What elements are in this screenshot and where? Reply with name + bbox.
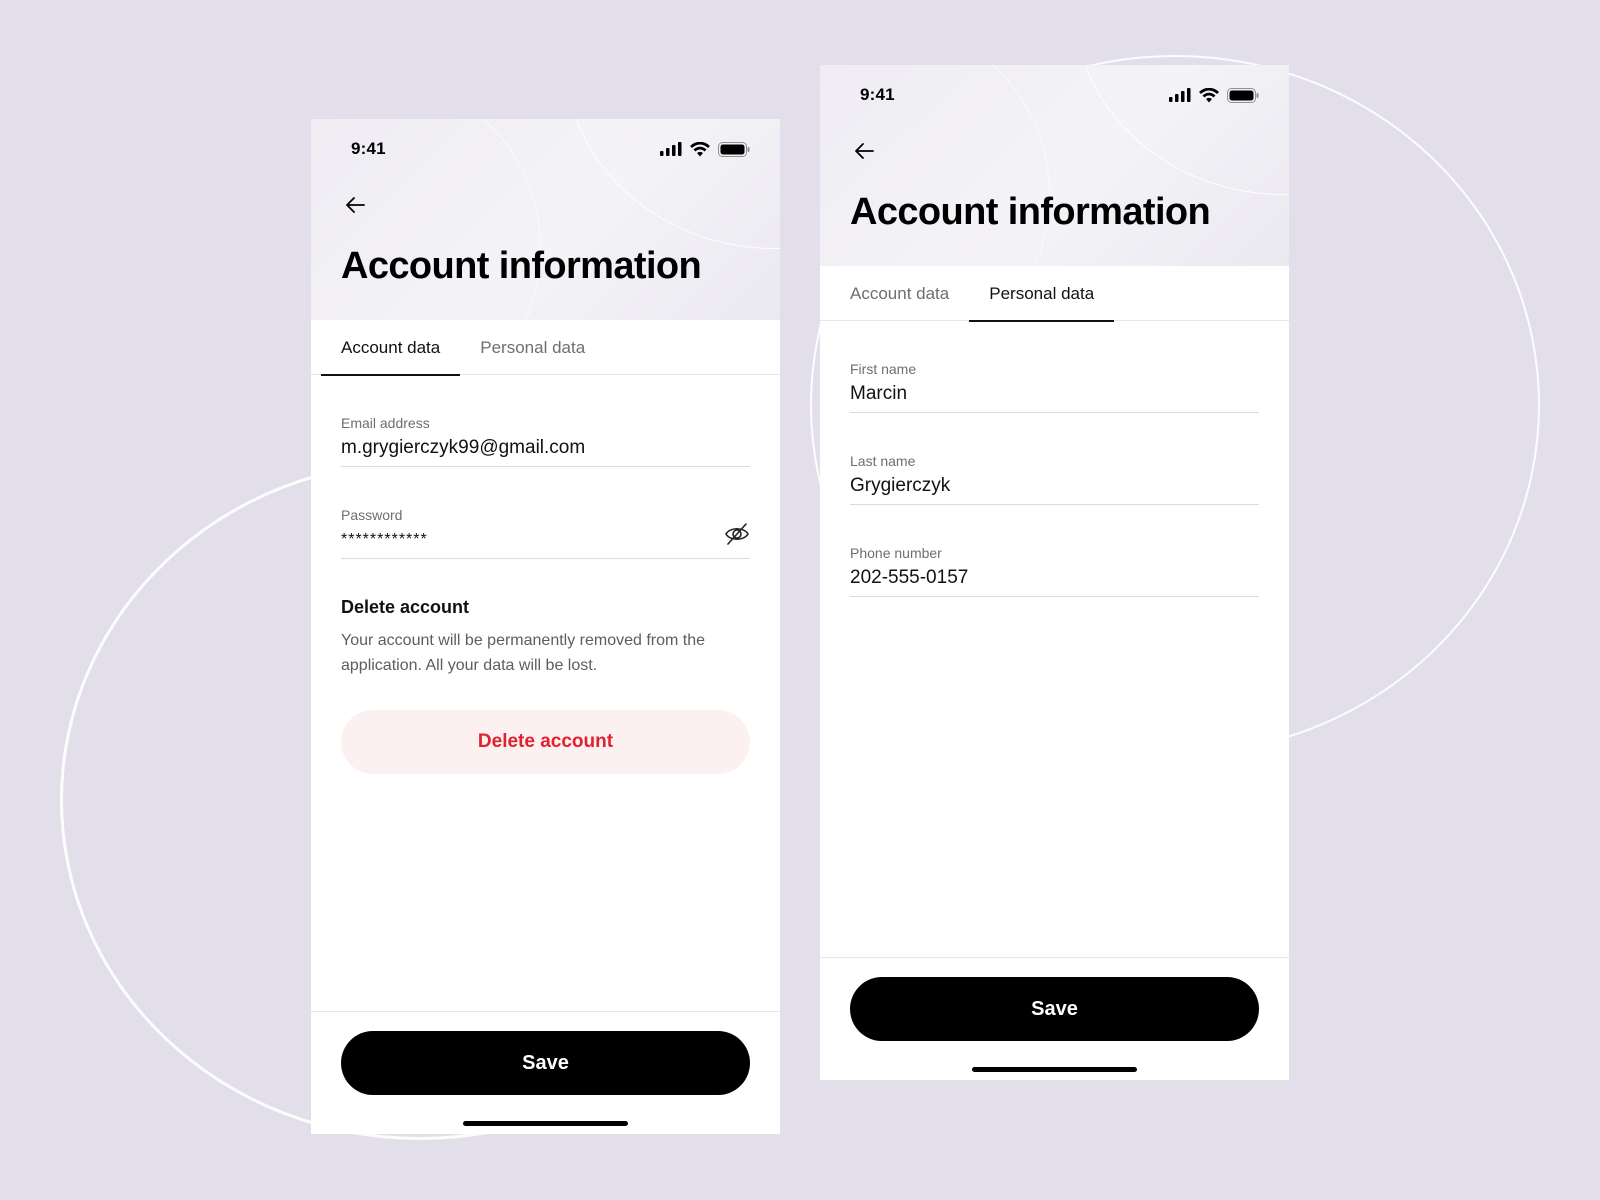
first-name-value[interactable]: Marcin <box>850 383 907 405</box>
status-icons <box>1169 87 1259 103</box>
phone-screen-personal-data: 9:41 Account information Account data Pe… <box>820 65 1289 1080</box>
back-button[interactable] <box>848 135 880 167</box>
tab-personal-data[interactable]: Personal data <box>460 320 605 375</box>
save-button[interactable]: Save <box>341 1031 750 1095</box>
cellular-signal-icon <box>660 142 682 156</box>
battery-icon <box>1227 87 1259 103</box>
status-bar: 9:41 <box>351 139 750 159</box>
tab-personal-data[interactable]: Personal data <box>969 266 1115 322</box>
footer: Save <box>311 1011 780 1134</box>
last-name-field[interactable]: Last name Grygierczyk <box>850 413 1259 505</box>
password-field[interactable]: Password ************ <box>341 467 750 559</box>
tab-account-data[interactable]: Account data <box>321 320 461 376</box>
cellular-signal-icon <box>1169 88 1191 102</box>
tab-bar: Account data Personal data <box>820 266 1289 322</box>
footer: Save <box>820 957 1289 1080</box>
last-name-value[interactable]: Grygierczyk <box>850 475 950 497</box>
arrow-left-icon <box>855 143 874 159</box>
phone-number-value[interactable]: 202-555-0157 <box>850 567 968 589</box>
arrow-left-icon <box>346 197 365 213</box>
battery-icon <box>718 141 750 157</box>
first-name-label: First name <box>850 361 917 377</box>
delete-account-description: Your account will be permanently removed… <box>341 632 706 674</box>
delete-account-heading: Delete account <box>341 597 470 617</box>
page-title: Account information <box>341 245 702 287</box>
home-indicator <box>463 1121 628 1126</box>
form-content: First name Marcin Last name Grygierczyk … <box>820 321 1289 597</box>
eye-off-icon[interactable] <box>724 521 750 547</box>
home-indicator <box>972 1067 1137 1072</box>
delete-account-section: Delete account Your account will be perm… <box>341 559 750 774</box>
save-button[interactable]: Save <box>850 977 1259 1041</box>
first-name-field[interactable]: First name Marcin <box>850 321 1259 413</box>
phone-number-field[interactable]: Phone number 202-555-0157 <box>850 505 1259 597</box>
email-value[interactable]: m.grygierczyk99@gmail.com <box>341 437 585 459</box>
tab-account-data[interactable]: Account data <box>830 266 969 321</box>
back-button[interactable] <box>339 189 371 221</box>
last-name-label: Last name <box>850 453 916 469</box>
email-field[interactable]: Email address m.grygierczyk99@gmail.com <box>341 375 750 467</box>
tab-bar: Account data Personal data <box>311 320 780 376</box>
delete-account-button[interactable]: Delete account <box>341 710 750 774</box>
wifi-icon <box>690 141 710 156</box>
status-bar: 9:41 <box>860 85 1259 105</box>
wifi-icon <box>1199 87 1219 102</box>
screen-header: 9:41 Account information <box>311 119 780 320</box>
page-title: Account information <box>850 191 1211 233</box>
phone-number-label: Phone number <box>850 545 942 561</box>
screen-header: 9:41 Account information <box>820 65 1289 266</box>
status-time: 9:41 <box>351 139 386 158</box>
password-label: Password <box>341 507 403 523</box>
status-time: 9:41 <box>860 85 895 104</box>
status-icons <box>660 141 750 157</box>
form-content: Email address m.grygierczyk99@gmail.com … <box>311 375 780 774</box>
email-label: Email address <box>341 415 430 431</box>
password-value[interactable]: ************ <box>341 531 428 549</box>
phone-screen-account-data: 9:41 Account information Account data Pe… <box>311 119 780 1134</box>
